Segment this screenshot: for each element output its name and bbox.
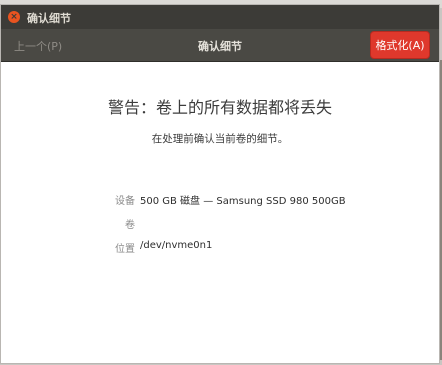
format-button[interactable]: 格式化(A)	[370, 31, 430, 59]
close-icon[interactable]: ×	[8, 11, 20, 23]
location-label: 位置	[115, 244, 135, 255]
device-value: 500 GB 磁盘 — Samsung SSD 980 500GB	[140, 196, 346, 207]
header-bar: 上一个(P) 确认细节 格式化(A)	[1, 29, 439, 62]
location-value: /dev/nvme0n1	[140, 240, 213, 251]
window-title: 确认细节	[27, 12, 71, 25]
warning-subtitle: 在处理前确认当前卷的细节。	[151, 133, 289, 145]
window-titlebar: × 确认细节	[1, 5, 439, 29]
warning-title: 警告：卷上的所有数据都将丢失	[107, 98, 332, 117]
device-label: 设备	[115, 196, 135, 207]
volume-label: 卷	[125, 220, 135, 231]
confirm-details-dialog: × 确认细节 上一个(P) 确认细节 格式化(A) 警告：卷上的所有数据都将丢失…	[0, 4, 440, 364]
